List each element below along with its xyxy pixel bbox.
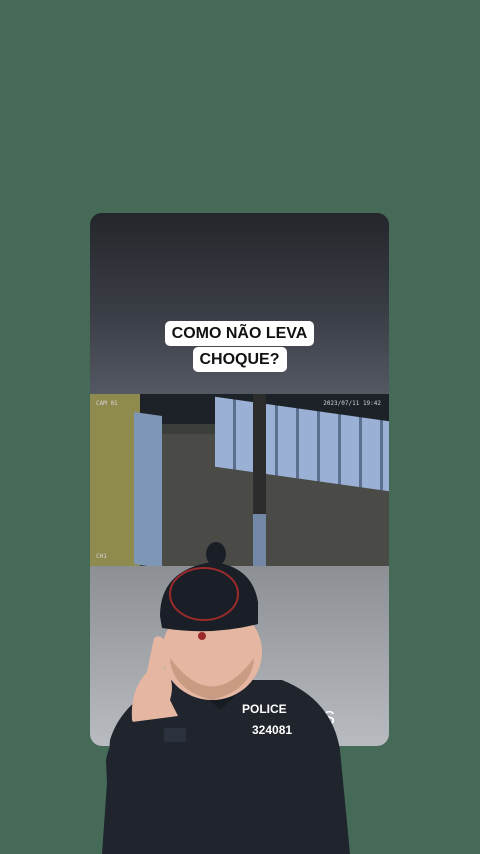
pointing-finger [147, 636, 164, 672]
police-officer-sticker [102, 542, 350, 854]
video-top-area: COMO NÃO LEVA CHOQUE? [90, 213, 389, 394]
sleeve-patch [164, 728, 186, 742]
hat-top-knob [206, 542, 226, 566]
hat-badge-icon [198, 632, 206, 640]
police-hat [160, 562, 258, 632]
caption-line-2: CHOQUE? [90, 347, 389, 372]
police-badge-title: POLICE [242, 702, 287, 716]
police-badge-number: 324081 [248, 722, 297, 738]
cctv-timestamp: 2023/07/11 19:42 [323, 400, 381, 407]
cctv-camera-label: CAM 01 [96, 400, 118, 407]
caption-line-1: COMO NÃO LEVA [90, 321, 389, 346]
